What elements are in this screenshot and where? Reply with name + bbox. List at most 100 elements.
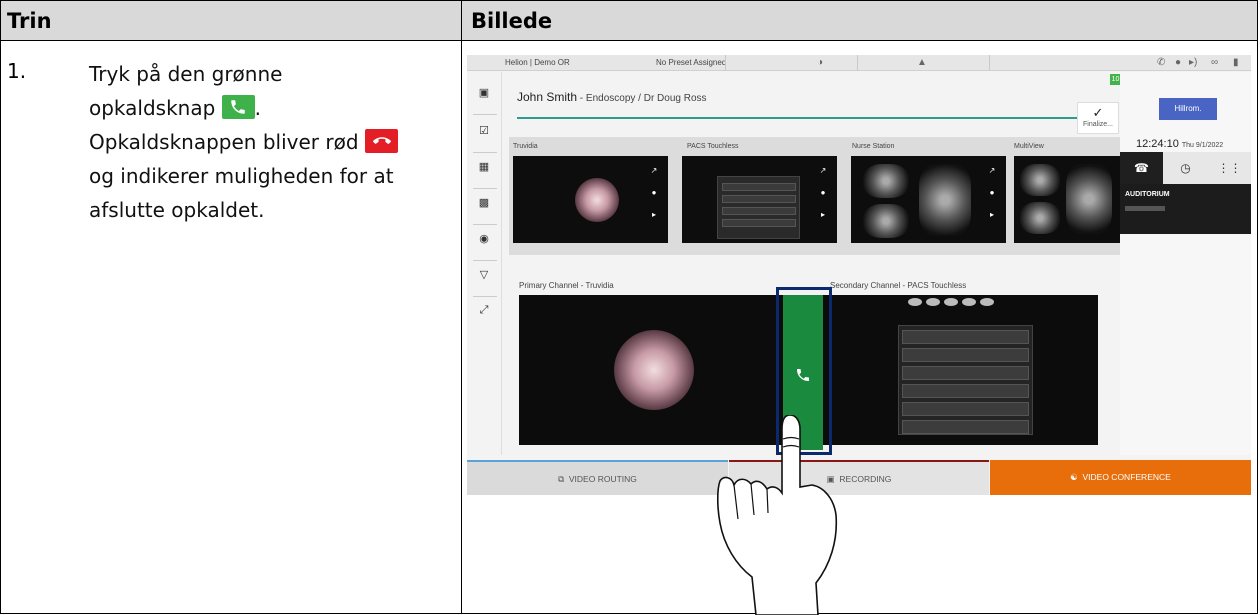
ct-scan-image <box>1020 202 1060 234</box>
ct-scan-image <box>863 204 909 238</box>
glasses-icon: ∞ <box>1211 57 1219 68</box>
expand-icon[interactable]: ↗ <box>987 166 997 175</box>
patient-underline <box>517 117 1117 119</box>
header-step: Trin <box>7 9 52 33</box>
tile-truvidia[interactable]: ↗ ● ▸ <box>513 156 668 243</box>
pacs-row <box>902 420 1029 434</box>
record-icon[interactable]: ● <box>818 188 828 197</box>
layout-icon[interactable]: ▦ <box>476 160 492 176</box>
top-bar-divider <box>725 55 726 71</box>
monitor-icon[interactable]: ▣ <box>476 86 492 102</box>
toolbar-separator <box>473 114 497 115</box>
camera-control-icon[interactable]: ⤢ <box>476 304 492 320</box>
tile-label: Truvidia <box>513 143 538 150</box>
toolbar-separator <box>473 260 497 261</box>
mic-icon: ▮ <box>1233 57 1239 68</box>
toolbar-separator <box>473 188 497 189</box>
stream-icon[interactable]: ▸ <box>987 210 997 219</box>
step-line-4: og indikerer muligheden for at <box>89 164 394 188</box>
pacs-row <box>902 402 1029 416</box>
ui-top-bar: Helion | Demo OR No Preset Assigned ◑ ▲ … <box>467 55 1251 71</box>
tile-multiview[interactable] <box>1014 156 1120 243</box>
tile-label: Nurse Station <box>852 143 895 150</box>
patient-name: John Smith <box>517 90 578 104</box>
person-icon[interactable]: ▲ <box>917 57 927 68</box>
contact-auditorium[interactable]: AUDITORIUM <box>1120 184 1251 234</box>
right-tabs: ☎ ◷ ⋮⋮ <box>1120 152 1251 184</box>
step-line-1: Tryk på den grønne <box>89 62 283 86</box>
tile-label: MultiView <box>1014 143 1044 150</box>
primary-channel-label: Primary Channel - Truvidia <box>519 281 614 290</box>
call-status-icon: ✆ <box>1157 57 1166 68</box>
keypad-tab-icon[interactable]: ⋮⋮ <box>1208 152 1251 184</box>
stream-icon[interactable]: ▸ <box>649 210 659 219</box>
checklist-icon[interactable]: ☑ <box>476 124 492 140</box>
step-line-2: opkaldsknap . <box>89 95 262 120</box>
pacs-row <box>722 219 796 227</box>
lock-icon[interactable]: ◑ <box>817 57 823 68</box>
ui-left-toolbar: ▣ ☑ ▦ ▩ ◉ ▽ ⤢ <box>467 72 502 455</box>
brand-logo: Hillrom. <box>1159 98 1217 120</box>
broadcast-status-icon: ▸) <box>1189 57 1198 68</box>
expand-icon[interactable]: ↗ <box>818 166 828 175</box>
top-bar-divider <box>857 55 858 71</box>
top-bar-divider <box>989 55 990 71</box>
clock: 12:24:10 Thu 9/1/2022 <box>1136 138 1224 150</box>
secondary-channel-view[interactable] <box>823 295 1098 445</box>
volume-icon[interactable]: ◉ <box>476 232 492 248</box>
red-hangup-icon <box>364 129 398 153</box>
endoscope-image <box>614 330 694 410</box>
tab-video-conference[interactable]: ☯ VIDEO CONFERENCE <box>990 460 1251 495</box>
finalize-button[interactable]: ✓ Finalize... <box>1077 102 1119 134</box>
pointing-hand-illustration <box>716 415 838 615</box>
ct-scan-image <box>1020 164 1060 196</box>
green-call-icon <box>221 95 255 119</box>
ribcage-image <box>919 164 971 236</box>
routing-icon: ⧉ <box>558 474 569 484</box>
pacs-row <box>722 183 796 191</box>
finalize-icon: ✓ <box>1092 105 1104 120</box>
record-icon[interactable]: ● <box>987 188 997 197</box>
pacs-row <box>902 366 1029 380</box>
source-tiles: Truvidia PACS Touchless Nurse Station Mu… <box>509 137 1120 255</box>
endoscope-image <box>575 178 619 222</box>
pacs-nav-dots <box>908 295 998 311</box>
record-status-icon: ● <box>1175 57 1182 68</box>
preset-label: No Preset Assigned <box>656 58 727 67</box>
tile-nurse-station[interactable]: ↗ ● ▸ <box>851 156 1006 243</box>
pacs-row <box>902 330 1029 344</box>
light-icon[interactable]: ▽ <box>476 268 492 284</box>
step-instructions: Tryk på den grønne opkaldsknap . Opkalds… <box>89 57 459 227</box>
record-icon[interactable]: ● <box>649 188 659 197</box>
toolbar-separator <box>473 296 497 297</box>
contacts-tab-icon[interactable]: ☎ <box>1120 152 1163 184</box>
step-number: 1. <box>7 59 27 83</box>
ui-right-panel: Hillrom. 12:24:10 Thu 9/1/2022 ☎ ◷ ⋮⋮ AU… <box>1120 72 1251 455</box>
conference-icon: ☯ <box>1070 472 1083 482</box>
step-line-3: Opkaldsknappen bliver rød <box>89 125 459 159</box>
patient-procedure: - Endoscopy / Dr Doug Ross <box>577 93 707 104</box>
pacs-row <box>902 384 1029 398</box>
tab-video-routing[interactable]: ⧉ VIDEO ROUTING <box>467 460 728 495</box>
tile-label: PACS Touchless <box>687 143 739 150</box>
table-header-row: Trin Billede <box>1 1 1257 41</box>
step-line-5: afslutte opkaldet. <box>89 198 265 222</box>
patient-header: John Smith - Endoscopy / Dr Doug Ross <box>517 90 707 104</box>
expand-icon[interactable]: ↗ <box>649 166 659 175</box>
embedded-ui-screenshot: Helion | Demo OR No Preset Assigned ◑ ▲ … <box>467 55 1251 495</box>
pacs-row <box>722 207 796 215</box>
contact-number-blurred <box>1125 206 1165 211</box>
secondary-channel-label: Secondary Channel - PACS Touchless <box>830 281 967 290</box>
ui-bottom-tabs: ⧉ VIDEO ROUTING ▣ RECORDING ☯ VIDEO CONF… <box>467 460 1251 495</box>
history-tab-icon[interactable]: ◷ <box>1164 152 1207 184</box>
header-image: Billede <box>471 9 553 33</box>
stream-icon[interactable]: ▸ <box>818 210 828 219</box>
tile-pacs[interactable]: ↗ ● ▸ <box>682 156 837 243</box>
toolbar-separator <box>473 224 497 225</box>
column-divider <box>461 1 462 613</box>
pacs-row <box>722 195 796 203</box>
ct-scan-image <box>863 164 909 198</box>
ribcage-image <box>1066 164 1112 234</box>
pacs-room-list <box>898 325 1033 435</box>
screens-icon[interactable]: ▩ <box>476 196 492 212</box>
